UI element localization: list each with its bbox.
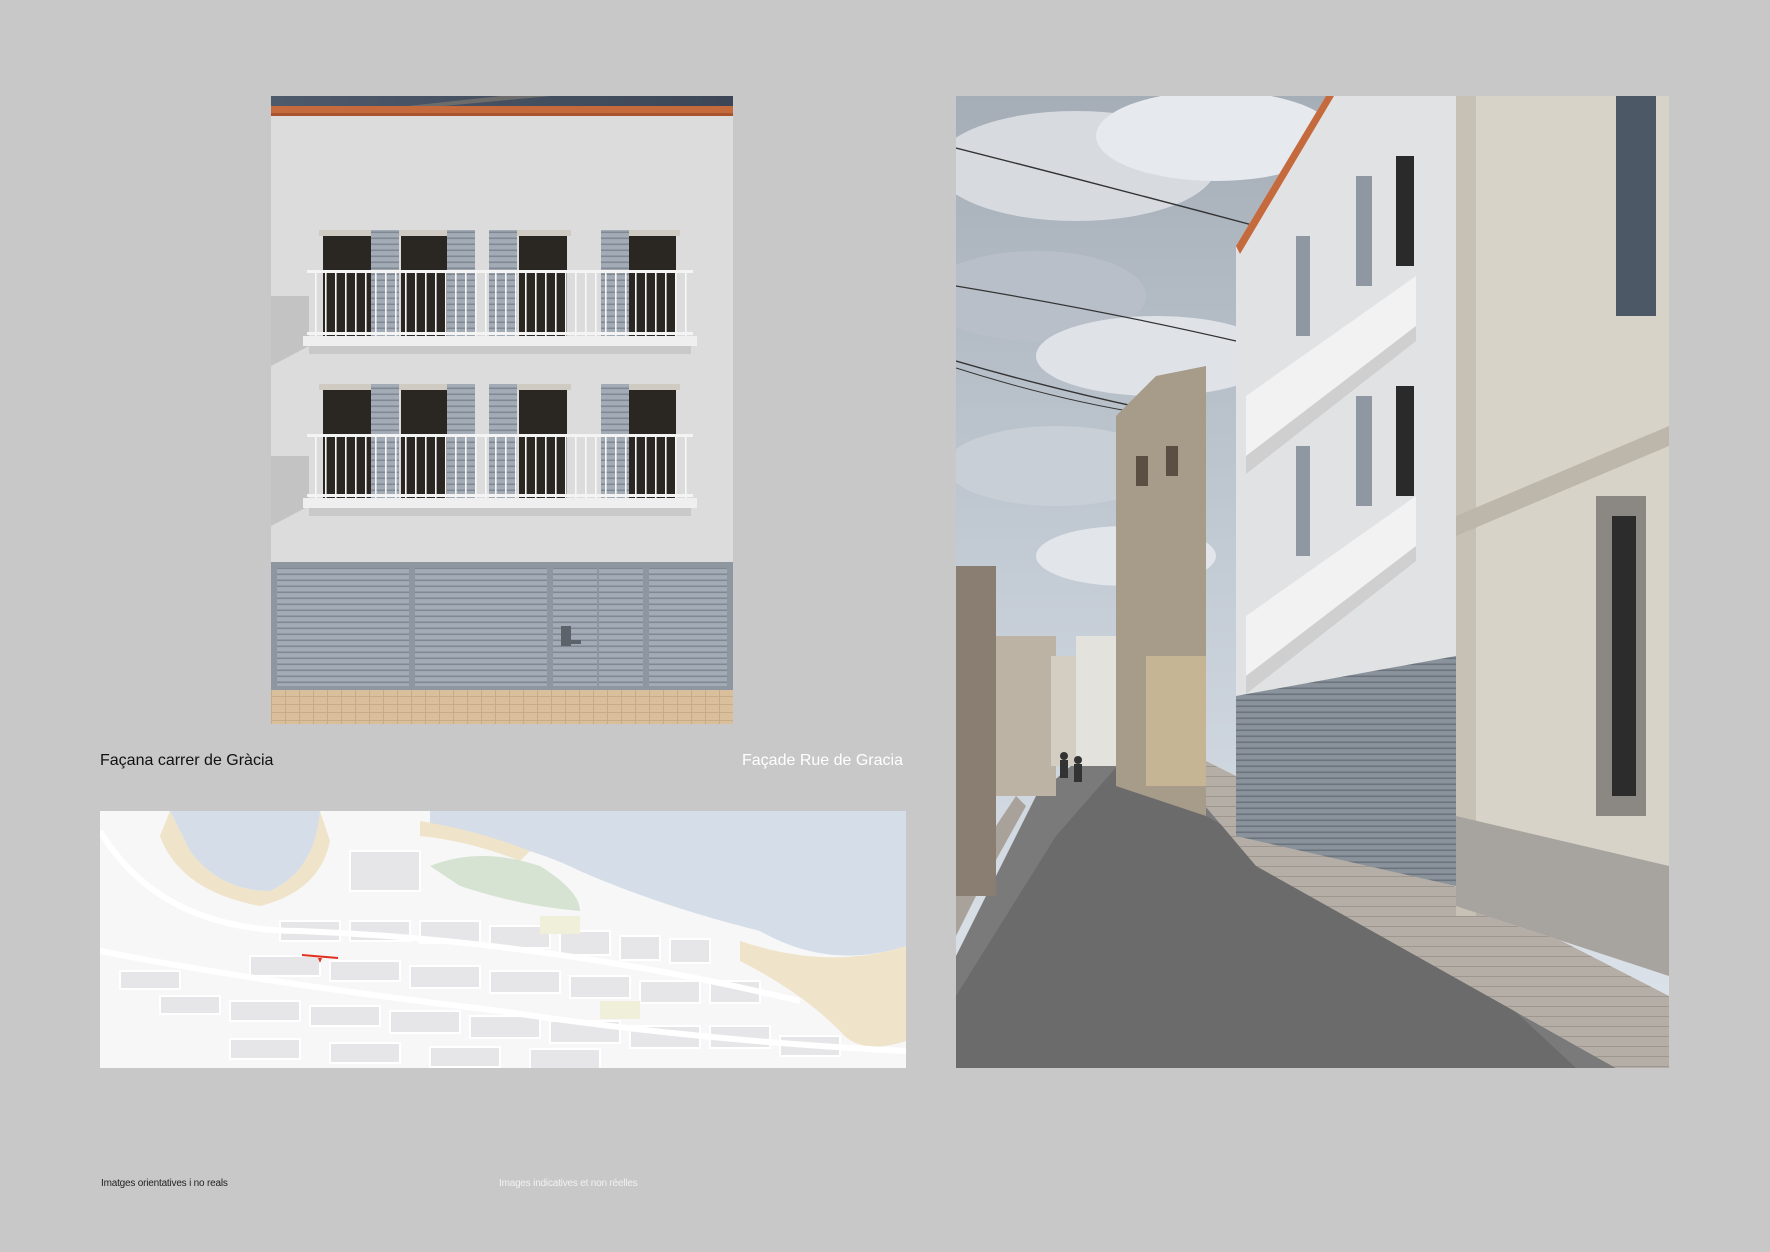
location-map-drawing — [100, 811, 906, 1068]
facade-elevation-drawing — [271, 96, 733, 724]
disclaimer-french: Images indicatives et non réelles — [499, 1178, 638, 1189]
street-photo-drawing — [956, 96, 1669, 1068]
facade-elevation-image — [271, 96, 733, 724]
caption-facade-french: Façade Rue de Gracia — [742, 752, 903, 769]
street-photo-image — [956, 96, 1669, 1068]
caption-facade-catalan: Façana carrer de Gràcia — [100, 752, 274, 769]
disclaimer-catalan: Imatges orientatives i no reals — [101, 1178, 228, 1189]
location-map-image — [100, 811, 906, 1068]
